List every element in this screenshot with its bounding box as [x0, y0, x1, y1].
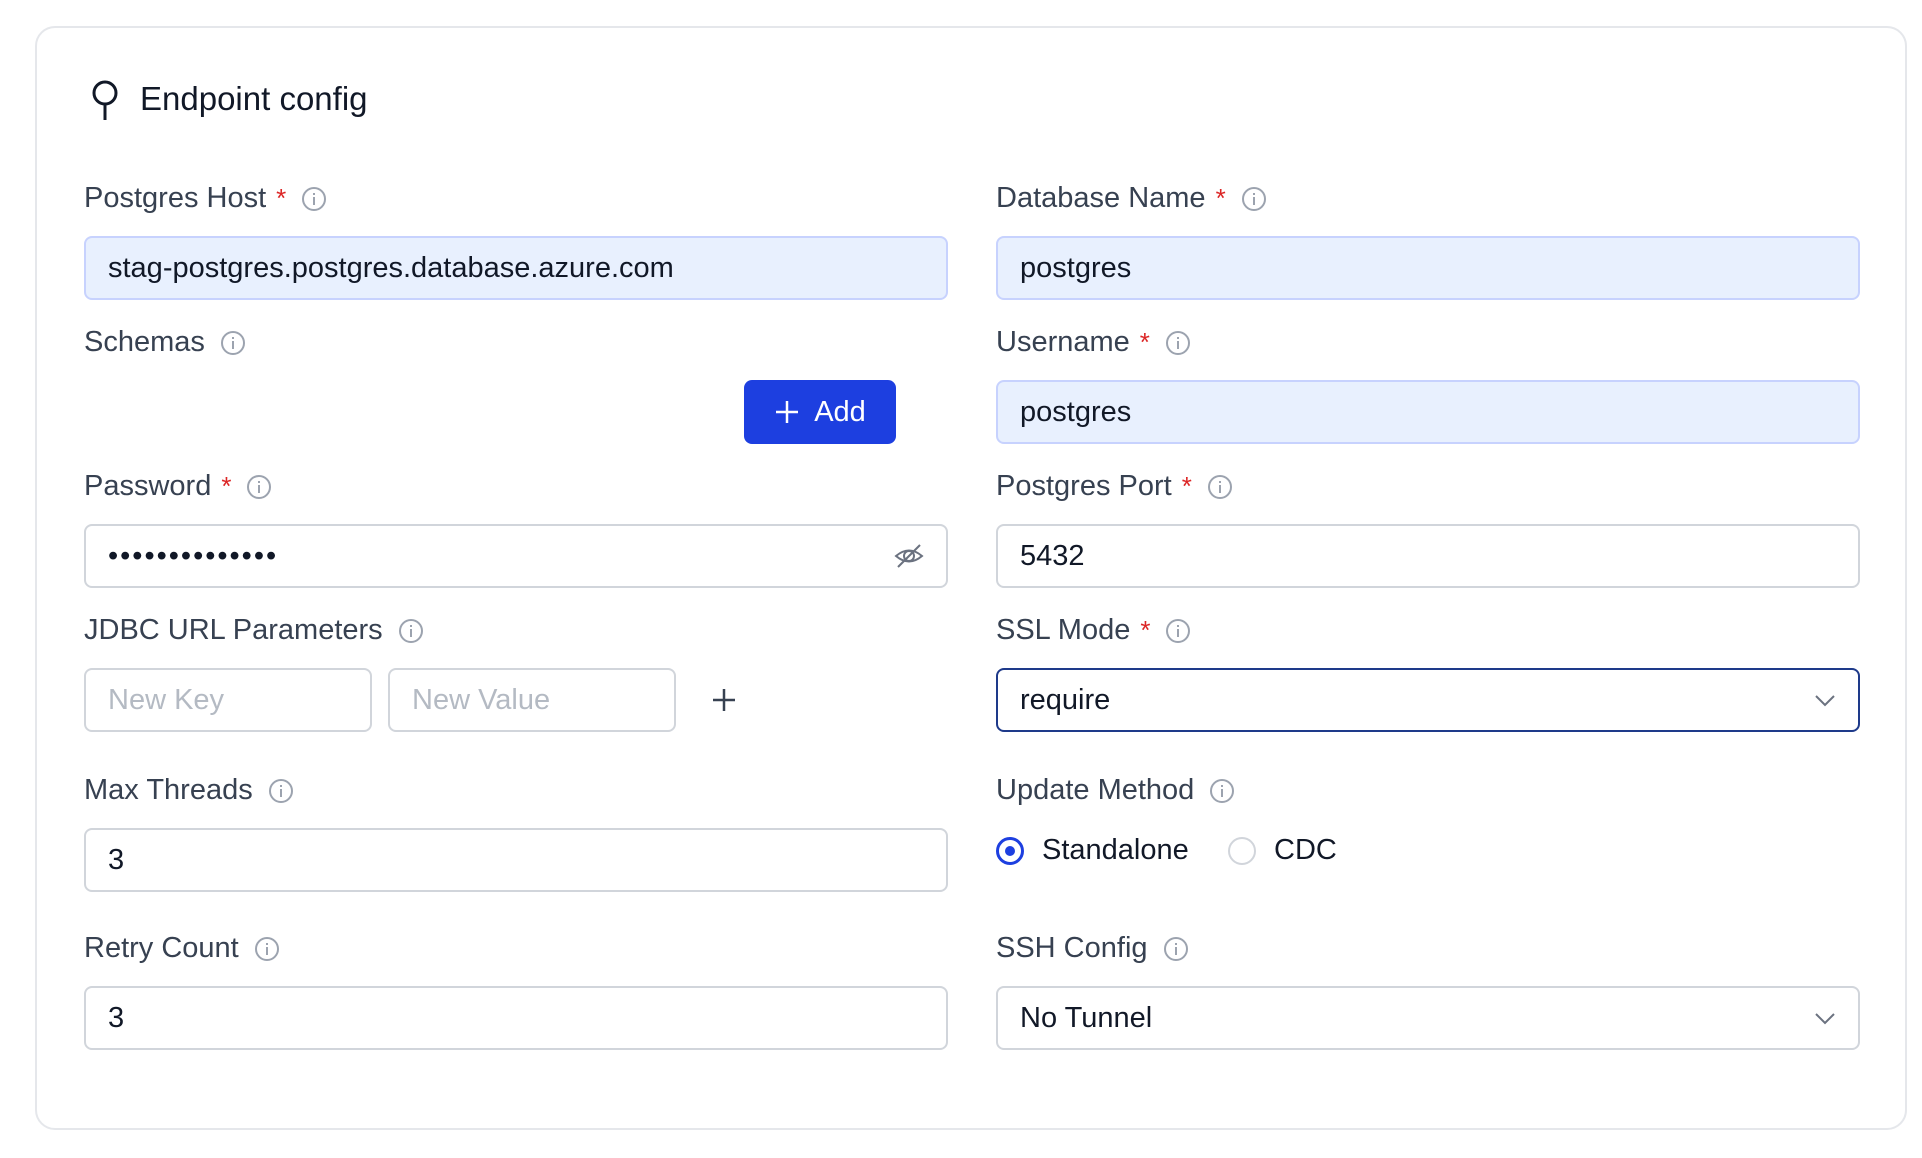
section-title: Endpoint config — [140, 80, 368, 117]
jdbc-key-input[interactable]: New Key — [84, 668, 372, 732]
password-label: Password * — [84, 470, 272, 503]
retry-count-value: 3 — [108, 1001, 125, 1034]
postgres-port-value: 5432 — [1020, 539, 1085, 572]
info-icon[interactable] — [1210, 778, 1235, 803]
pin-icon — [92, 80, 118, 120]
required-marker: * — [1181, 471, 1192, 501]
postgres-host-input[interactable]: stag-postgres.postgres.database.azure.co… — [84, 236, 948, 300]
info-icon[interactable] — [268, 778, 293, 803]
schemas-label: Schemas — [84, 326, 245, 359]
radio-label-standalone: Standalone — [1042, 834, 1189, 866]
info-icon[interactable] — [220, 330, 245, 355]
jdbc-key-placeholder: New Key — [108, 683, 225, 716]
required-marker: * — [1139, 327, 1150, 357]
radio-selected-icon[interactable] — [996, 836, 1024, 865]
required-marker: * — [276, 183, 287, 213]
add-schema-button[interactable]: Add — [744, 380, 896, 444]
info-icon[interactable] — [398, 618, 423, 643]
eye-off-icon[interactable] — [894, 541, 924, 571]
max-threads-label: Max Threads — [84, 774, 293, 807]
postgres-host-label: Postgres Host * — [84, 182, 327, 215]
required-marker: * — [221, 471, 232, 501]
jdbc-label: JDBC URL Parameters — [84, 614, 423, 647]
required-marker: * — [1140, 615, 1151, 645]
info-icon[interactable] — [254, 936, 279, 961]
add-button-label: Add — [814, 395, 866, 428]
ssl-mode-value: require — [1020, 683, 1111, 716]
update-method-radio-standalone[interactable]: Standalone — [996, 834, 1189, 867]
radio-label-cdc: CDC — [1274, 834, 1337, 866]
info-icon[interactable] — [1166, 618, 1191, 643]
max-threads-input[interactable]: 3 — [84, 828, 948, 892]
update-method-label: Update Method — [996, 774, 1235, 807]
retry-count-input[interactable]: 3 — [84, 986, 948, 1050]
database-name-label: Database Name * — [996, 182, 1266, 215]
plus-icon — [776, 401, 799, 423]
info-icon[interactable] — [247, 474, 272, 499]
jdbc-value-placeholder: New Value — [412, 683, 551, 716]
retry-count-label: Retry Count — [84, 932, 279, 965]
chevron-down-icon — [1815, 1013, 1835, 1025]
chevron-down-icon — [1815, 695, 1835, 707]
password-input[interactable]: •••••••••••••• — [84, 524, 948, 588]
username-value: postgres — [1020, 395, 1132, 428]
password-value: •••••••••••••• — [108, 539, 279, 572]
ssh-config-select[interactable]: No Tunnel — [996, 986, 1860, 1050]
max-threads-value: 3 — [108, 843, 125, 876]
info-icon[interactable] — [302, 186, 327, 211]
ssl-mode-label: SSL Mode * — [996, 614, 1191, 647]
add-jdbc-param-icon[interactable] — [710, 686, 738, 714]
info-icon[interactable] — [1163, 936, 1188, 961]
update-method-radio-cdc[interactable]: CDC — [1228, 834, 1337, 867]
info-icon[interactable] — [1241, 186, 1266, 211]
database-name-input[interactable]: postgres — [996, 236, 1860, 300]
database-name-value: postgres — [1020, 251, 1132, 284]
radio-unselected-icon[interactable] — [1228, 836, 1256, 865]
jdbc-value-input[interactable]: New Value — [388, 668, 676, 732]
info-icon[interactable] — [1207, 474, 1232, 499]
postgres-port-input[interactable]: 5432 — [996, 524, 1860, 588]
ssh-config-value: No Tunnel — [1020, 1001, 1153, 1034]
ssh-config-label: SSH Config — [996, 932, 1188, 965]
postgres-port-label: Postgres Port * — [996, 470, 1232, 503]
username-label: Username * — [996, 326, 1190, 359]
info-icon[interactable] — [1165, 330, 1190, 355]
username-input[interactable]: postgres — [996, 380, 1860, 444]
required-marker: * — [1215, 183, 1226, 213]
ssl-mode-select[interactable]: require — [996, 668, 1860, 732]
postgres-host-value: stag-postgres.postgres.database.azure.co… — [108, 251, 674, 284]
